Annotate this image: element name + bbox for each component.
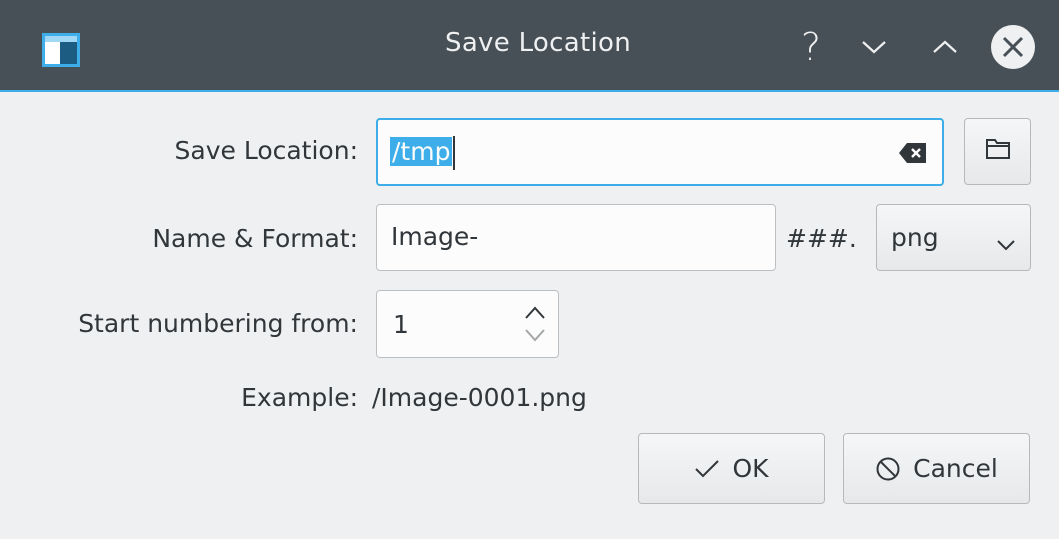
save-location-value: /tmp bbox=[390, 137, 453, 166]
title-bar-accent bbox=[0, 90, 1059, 92]
save-location-input[interactable]: /tmp bbox=[376, 118, 944, 186]
minimize-icon[interactable] bbox=[851, 24, 897, 70]
chevron-down-icon bbox=[996, 229, 1016, 258]
folder-icon bbox=[985, 137, 1011, 166]
start-numbering-label: Start numbering from: bbox=[78, 309, 358, 338]
ok-label: OK bbox=[732, 454, 769, 483]
name-input[interactable]: Image- bbox=[376, 204, 776, 271]
maximize-icon[interactable] bbox=[922, 24, 968, 70]
format-select[interactable]: png bbox=[876, 204, 1031, 271]
save-location-dialog: Save Location ? Save Location: /tmp Name… bbox=[0, 0, 1059, 539]
number-suffix-label: ###. bbox=[786, 224, 857, 253]
example-label: Example: bbox=[241, 383, 358, 412]
close-icon[interactable] bbox=[990, 24, 1036, 70]
clear-text-icon[interactable] bbox=[898, 141, 928, 169]
cancel-icon bbox=[875, 456, 901, 482]
name-value: Image- bbox=[391, 222, 479, 251]
browse-folder-button[interactable] bbox=[964, 118, 1031, 185]
title-bar: Save Location ? bbox=[0, 0, 1059, 90]
window-title: Save Location bbox=[445, 28, 631, 58]
save-location-label: Save Location: bbox=[174, 136, 358, 165]
start-numbering-spinbox[interactable]: 1 bbox=[376, 290, 559, 358]
start-numbering-value: 1 bbox=[393, 310, 409, 339]
cancel-button[interactable]: Cancel bbox=[843, 433, 1030, 504]
cancel-label: Cancel bbox=[913, 454, 998, 483]
example-value: /Image-0001.png bbox=[372, 383, 587, 412]
format-value: png bbox=[891, 223, 939, 252]
spin-up-icon[interactable] bbox=[524, 303, 546, 325]
text-cursor bbox=[453, 136, 456, 170]
spin-down-icon[interactable] bbox=[524, 327, 546, 349]
checkmark-icon bbox=[694, 459, 720, 479]
name-format-label: Name & Format: bbox=[152, 224, 358, 253]
help-icon[interactable]: ? bbox=[788, 24, 834, 70]
ok-button[interactable]: OK bbox=[638, 433, 825, 504]
